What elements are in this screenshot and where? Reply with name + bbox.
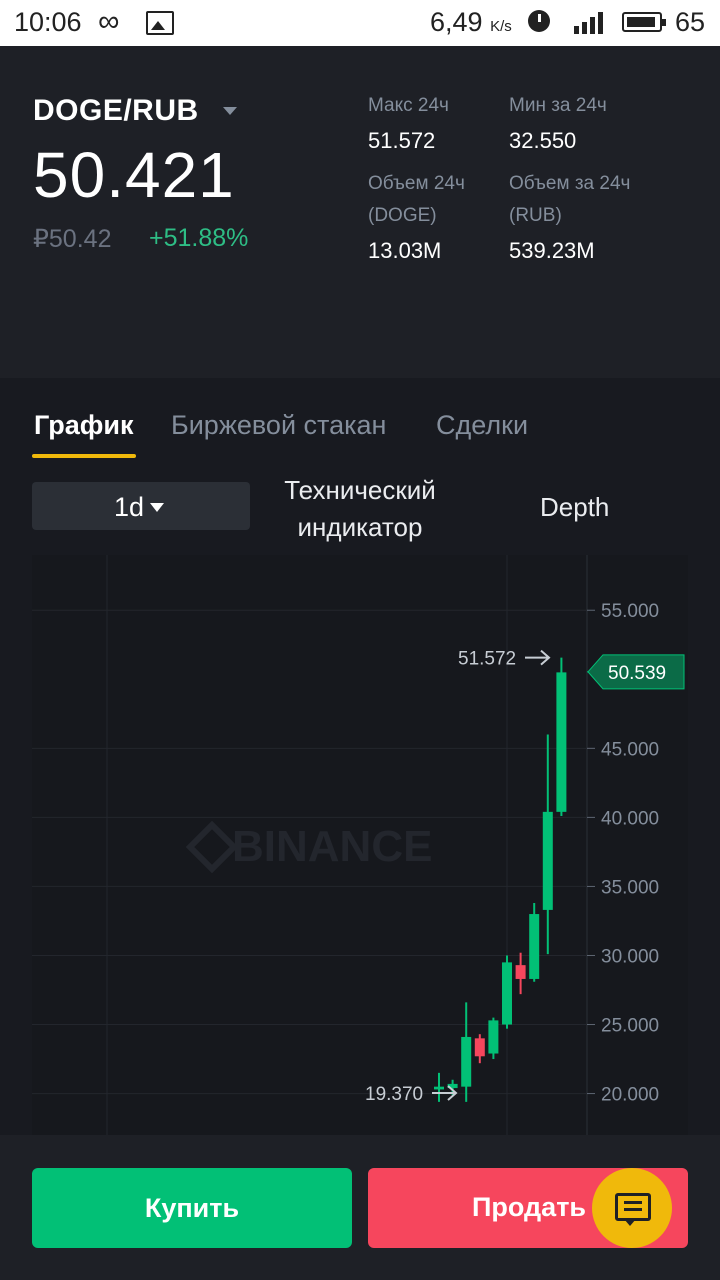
- pair-selector[interactable]: DOGE/RUB: [33, 94, 199, 128]
- alarm-icon: [528, 10, 550, 32]
- volume-base-label: Объем 24ч: [368, 173, 465, 194]
- candle-body: [556, 672, 567, 812]
- high-price-marker: 51.572: [458, 649, 516, 670]
- volume-base-value: 13.03M: [368, 238, 442, 263]
- tab-chart[interactable]: График: [34, 410, 134, 441]
- last-price-tag-label: 50.539: [608, 663, 666, 684]
- last-price: 50.421: [33, 139, 235, 211]
- battery-level: 65: [675, 7, 706, 37]
- candle-body: [474, 1038, 485, 1057]
- price-change: +51.88%: [149, 224, 249, 252]
- high-24h-label: Макс 24ч: [368, 95, 449, 116]
- interval-label: 1d: [114, 492, 145, 522]
- signal-icon: [568, 10, 608, 34]
- price-chart[interactable]: 55.000 45.000 40.000 35.000 30.000 25.000 20.0…: [32, 555, 688, 1135]
- low-24h-label: Мин за 24ч: [509, 95, 607, 116]
- low-24h-value: 32.550: [509, 128, 577, 153]
- low-price-marker: 19.370: [365, 1084, 423, 1105]
- arrow-right-icon: [525, 649, 551, 666]
- y-tick-label: 55.000: [601, 601, 659, 622]
- network-speed-value: 6,49: [430, 7, 483, 37]
- volume-quote-label: Объем за 24ч: [509, 173, 631, 194]
- volume-quote-value: 539.23M: [509, 238, 595, 263]
- chat-support-button[interactable]: [592, 1168, 672, 1248]
- caret-down-icon: [150, 503, 164, 512]
- candlestick-chart[interactable]: 55.000 45.000 40.000 35.000 30.000 25.000 20.0…: [32, 555, 688, 1135]
- y-tick-label: 30.000: [601, 946, 659, 967]
- network-speed-unit: K/s: [490, 18, 512, 35]
- chart-watermark: BINANCE: [232, 822, 432, 871]
- active-tab-indicator: [32, 454, 136, 458]
- candle-body: [515, 965, 526, 979]
- caret-down-icon[interactable]: [223, 107, 237, 115]
- candle-body: [502, 962, 512, 1025]
- buy-label: Купить: [144, 1192, 240, 1223]
- volume-base-unit: (DOGE): [368, 205, 437, 226]
- candle-body: [461, 1036, 472, 1087]
- status-bar: 10:06 ∞ 6,49 K/s 65: [0, 0, 720, 46]
- high-24h-value: 51.572: [368, 128, 436, 153]
- y-tick-label: 35.000: [601, 877, 659, 898]
- buy-button[interactable]: Купить: [32, 1168, 352, 1248]
- sell-label: Продать: [472, 1192, 587, 1222]
- binance-logo-icon: [185, 820, 239, 874]
- candle-body: [542, 811, 553, 910]
- interval-selector[interactable]: 1d: [32, 482, 250, 530]
- battery-icon: [622, 12, 666, 32]
- network-speed: 6,49 K/s: [430, 7, 512, 38]
- indicator-label-line2: индикатор: [297, 512, 423, 542]
- y-tick-label: 20.000: [601, 1085, 659, 1106]
- infinity-icon: ∞: [98, 5, 120, 38]
- image-icon: [146, 11, 174, 35]
- volume-quote-unit: (RUB): [509, 205, 562, 226]
- fiat-price: ₽50.42: [33, 225, 112, 253]
- ticker-header: DOGE/RUB 50.421 ₽50.42 +51.88% Макс 24ч …: [0, 46, 720, 376]
- status-time: 10:06: [14, 7, 82, 37]
- tab-order-book[interactable]: Биржевой стакан: [171, 410, 386, 441]
- candle-body: [529, 914, 540, 979]
- candle-body: [488, 1020, 499, 1054]
- candle-body: [434, 1086, 444, 1090]
- tab-trades[interactable]: Сделки: [436, 410, 528, 441]
- y-tick-label: 45.000: [601, 739, 659, 760]
- chat-icon: [615, 1193, 651, 1221]
- depth-button[interactable]: Depth: [540, 492, 609, 523]
- technical-indicator-button[interactable]: Технический индикатор: [270, 472, 450, 546]
- y-tick-label: 25.000: [601, 1016, 659, 1037]
- indicator-label-line1: Технический: [284, 475, 436, 505]
- y-tick-label: 40.000: [601, 808, 659, 829]
